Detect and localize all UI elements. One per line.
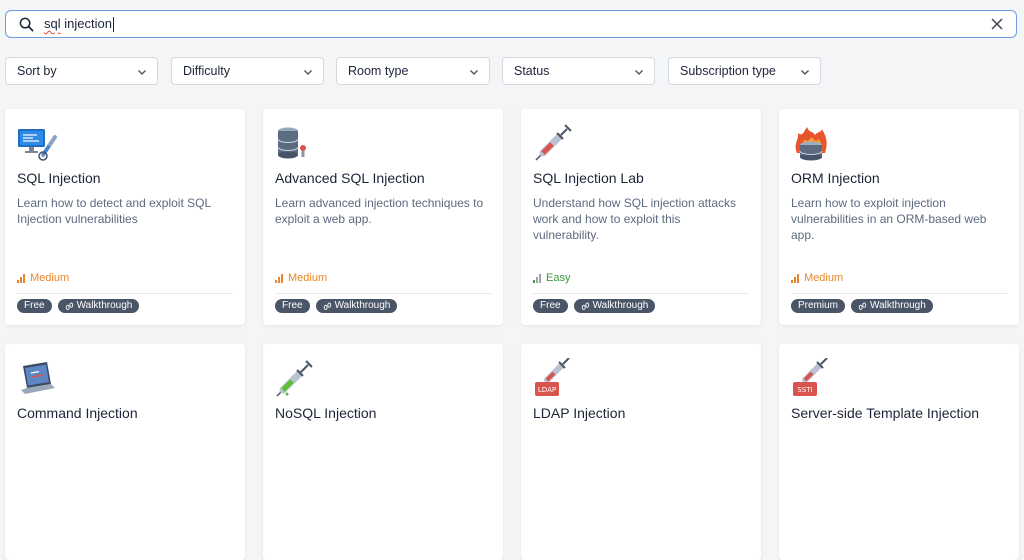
room-description: Learn how to exploit injection vulnerabi…: [791, 196, 987, 242]
dropdown-label: Room type: [348, 64, 409, 78]
search-bar[interactable]: sql injection: [5, 10, 1017, 38]
room-title[interactable]: SQL Injection Lab: [533, 170, 644, 186]
room-card[interactable]: NoSQL Injection: [263, 344, 503, 560]
difficulty-bars-icon: [533, 273, 541, 283]
walkthrough-tag: Walkthrough: [315, 299, 398, 313]
room-title[interactable]: SQL Injection: [17, 170, 101, 186]
price-tag: Free: [533, 299, 568, 313]
sort-by-dropdown[interactable]: Sort by: [5, 57, 158, 85]
status-dropdown[interactable]: Status: [502, 57, 655, 85]
tag-list: Free Walkthrough: [533, 299, 656, 313]
footsteps-icon: [65, 302, 73, 310]
clear-search-button[interactable]: [988, 15, 1006, 33]
burning-database-icon: [791, 123, 831, 163]
tag-list: Free Walkthrough: [275, 299, 398, 313]
chevron-down-icon: [801, 70, 809, 75]
divider: [275, 293, 491, 294]
room-card[interactable]: SSTI Server-side Template Injection: [779, 344, 1019, 560]
difficulty-bars-icon: [791, 273, 799, 283]
walkthrough-tag: Walkthrough: [573, 299, 656, 313]
room-type-dropdown[interactable]: Room type: [336, 57, 490, 85]
price-tag: Free: [275, 299, 310, 313]
room-card[interactable]: Advanced SQL Injection Learn advanced in…: [263, 109, 503, 325]
difficulty-indicator: Medium: [791, 272, 843, 284]
difficulty-indicator: Medium: [17, 272, 69, 284]
green-syringe-icon: [275, 358, 315, 398]
tag-list: Premium Walkthrough: [791, 299, 933, 313]
difficulty-dropdown[interactable]: Difficulty: [171, 57, 324, 85]
walkthrough-tag: Walkthrough: [851, 299, 933, 313]
room-title[interactable]: Command Injection: [17, 405, 138, 421]
room-description: Learn advanced injection techniques to e…: [275, 196, 484, 226]
chevron-down-icon: [635, 70, 643, 75]
close-icon: [991, 18, 1003, 30]
room-title[interactable]: Server-side Template Injection: [791, 405, 979, 421]
syringe-icon: [533, 123, 573, 163]
difficulty-indicator: Easy: [533, 272, 570, 284]
tag-list: Free Walkthrough: [17, 299, 140, 313]
laptop-icon: [17, 358, 57, 398]
svg-text:SSTI: SSTI: [797, 386, 812, 394]
difficulty-bars-icon: [17, 273, 25, 283]
dropdown-label: Sort by: [17, 64, 57, 78]
search-icon: [16, 14, 36, 34]
monitor-syringe-icon: [17, 123, 57, 163]
footsteps-icon: [858, 302, 867, 310]
room-title[interactable]: NoSQL Injection: [275, 405, 376, 421]
divider: [17, 293, 233, 294]
room-title[interactable]: LDAP Injection: [533, 405, 625, 421]
search-input[interactable]: sql injection: [44, 16, 114, 33]
price-tag: Premium: [791, 299, 846, 313]
walkthrough-tag: Walkthrough: [57, 299, 140, 313]
dropdown-label: Subscription type: [680, 64, 776, 78]
room-card[interactable]: Command Injection: [5, 344, 245, 560]
dropdown-label: Difficulty: [183, 64, 231, 78]
chevron-down-icon: [138, 70, 146, 75]
room-description: Learn how to detect and exploit SQL Inje…: [17, 196, 211, 226]
room-card[interactable]: ORM Injection Learn how to exploit injec…: [779, 109, 1019, 325]
ldap-syringe-icon: LDAP: [533, 357, 573, 398]
subscription-type-dropdown[interactable]: Subscription type: [668, 57, 821, 85]
difficulty-bars-icon: [275, 273, 283, 283]
footsteps-icon: [581, 302, 589, 310]
ssti-syringe-icon: SSTI: [791, 357, 831, 398]
svg-text:LDAP: LDAP: [538, 386, 556, 394]
room-card[interactable]: LDAP LDAP Injection: [521, 344, 761, 560]
dropdown-label: Status: [514, 64, 550, 78]
footsteps-icon: [323, 302, 331, 310]
room-card[interactable]: SQL Injection Learn how to detect and ex…: [5, 109, 245, 325]
difficulty-indicator: Medium: [275, 272, 327, 284]
room-description: Understand how SQL injection attacks wor…: [533, 196, 736, 242]
price-tag: Free: [17, 299, 52, 313]
database-icon: [275, 123, 315, 163]
room-title[interactable]: ORM Injection: [791, 170, 880, 186]
room-card[interactable]: SQL Injection Lab Understand how SQL inj…: [521, 109, 761, 325]
chevron-down-icon: [470, 70, 478, 75]
chevron-down-icon: [304, 70, 312, 75]
divider: [791, 293, 1007, 294]
room-title[interactable]: Advanced SQL Injection: [275, 170, 425, 186]
divider: [533, 293, 749, 294]
